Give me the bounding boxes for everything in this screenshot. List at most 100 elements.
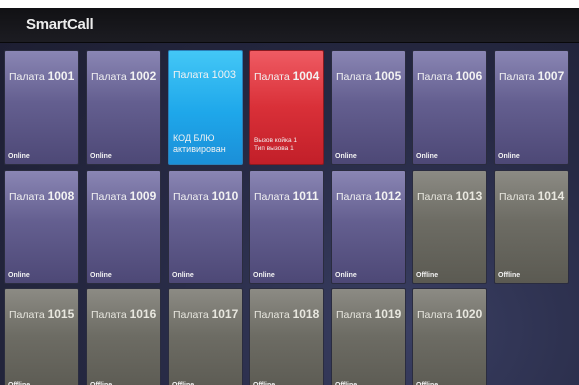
- room-tile-1009[interactable]: Палата 1009 Online: [86, 170, 161, 284]
- room-label: Палата: [173, 309, 209, 321]
- room-label: Палата: [9, 191, 45, 203]
- room-status: Online: [90, 272, 112, 279]
- room-name: Палата 1005: [336, 69, 401, 83]
- room-status: Online: [253, 272, 275, 279]
- room-status: Online: [90, 153, 112, 160]
- room-tile-1015[interactable]: Палата 1015Offline: [4, 288, 79, 385]
- room-name: Палата 1008: [9, 189, 74, 203]
- room-name: Палата 1017: [173, 307, 238, 321]
- room-tile-1005[interactable]: Палата 1005 Online: [331, 50, 406, 165]
- room-number: 1019: [374, 307, 402, 321]
- room-name: Палата 1003: [173, 69, 236, 81]
- room-status: Online: [498, 153, 520, 160]
- room-tile-1006[interactable]: Палата 1006 Online: [412, 50, 487, 165]
- room-tile-1019[interactable]: Палата 1019Offline: [331, 288, 406, 385]
- room-label: Палата: [91, 71, 127, 83]
- room-label: Палата: [9, 71, 45, 83]
- room-tile-1017[interactable]: Палата 1017Offline: [168, 288, 243, 385]
- room-label: Палата: [254, 309, 290, 321]
- room-label: Палата: [417, 191, 453, 203]
- room-number: 1016: [129, 307, 157, 321]
- room-number: 1010: [211, 189, 239, 203]
- room-message-line-2: Тип вызова 1: [254, 145, 294, 152]
- room-name: Палата 1019: [336, 307, 401, 321]
- room-label: Палата: [173, 69, 209, 81]
- room-label: Палата: [254, 71, 290, 83]
- room-tile-1018[interactable]: Палата 1018Offline: [249, 288, 324, 385]
- room-tile-1020[interactable]: Палата 1020Offline: [412, 288, 487, 385]
- room-number: 1006: [455, 69, 483, 83]
- room-tile-1014[interactable]: Палата 1014 Offline: [494, 170, 569, 284]
- room-status: Online: [335, 153, 357, 160]
- smartcall-logo: SmartCall: [26, 16, 94, 33]
- room-number: 1002: [129, 69, 157, 83]
- room-number: 1007: [537, 69, 565, 83]
- room-tile-1011[interactable]: Палата 1011 Online: [249, 170, 324, 284]
- room-number: 1014: [537, 189, 565, 203]
- room-grid: Палата 1001 Online Палата 1002 Online Палата…: [0, 48, 579, 385]
- room-tile-1012[interactable]: Палата 1012 Online: [331, 170, 406, 284]
- room-tile-1001[interactable]: Палата 1001 Online: [4, 50, 79, 165]
- room-name: Палата 1011: [254, 189, 319, 203]
- room-number: 1015: [47, 307, 75, 321]
- room-name: Палата 1018: [254, 307, 319, 321]
- room-name: Палата 1004: [254, 69, 319, 83]
- room-label: Палата: [336, 191, 372, 203]
- room-status: Online: [172, 272, 194, 279]
- room-label: Палата: [91, 309, 127, 321]
- room-name: Палата 1013: [417, 189, 482, 203]
- top-bar: SmartCall: [0, 8, 579, 43]
- room-tile-1016[interactable]: Палата 1016Offline: [86, 288, 161, 385]
- room-label: Палата: [336, 309, 372, 321]
- room-status: Online: [416, 153, 438, 160]
- room-label: Палата: [499, 191, 535, 203]
- room-name: Палата 1007: [499, 69, 564, 83]
- room-name: Палата 1009: [91, 189, 156, 203]
- room-number: 1008: [47, 189, 75, 203]
- room-status: Online: [335, 272, 357, 279]
- room-name: Палата 1020: [417, 307, 482, 321]
- room-label: Палата: [499, 71, 535, 83]
- room-number: 1013: [455, 189, 483, 203]
- room-number: 1020: [455, 307, 483, 321]
- room-status: Online: [8, 272, 30, 279]
- room-name: Палата 1010: [173, 189, 238, 203]
- room-label: Палата: [417, 309, 453, 321]
- room-number: 1011: [292, 189, 319, 203]
- smartcall-screen: SmartCall Палата 1001 Online Палата 1002 On…: [0, 8, 579, 385]
- room-tile-1010[interactable]: Палата 1010 Online: [168, 170, 243, 284]
- room-name: Палата 1014: [499, 189, 564, 203]
- room-tile-1007[interactable]: Палата 1007 Online: [494, 50, 569, 165]
- room-status: Online: [8, 153, 30, 160]
- room-label: Палата: [417, 71, 453, 83]
- room-number: 1004: [292, 69, 320, 83]
- room-number: 1009: [129, 189, 157, 203]
- room-number: 1005: [374, 69, 402, 83]
- room-status: Offline: [416, 272, 439, 279]
- room-tile-1013[interactable]: Палата 1013 Offline: [412, 170, 487, 284]
- room-message-line-2: активирован: [173, 144, 226, 154]
- room-tile-1003[interactable]: Палата 1003 КОД БЛЮ активирован: [168, 50, 243, 165]
- room-name: Палата 1002: [91, 69, 156, 83]
- room-label: Палата: [9, 309, 45, 321]
- room-message-line-1: КОД БЛЮ: [173, 133, 215, 143]
- room-tile-1008[interactable]: Палата 1008 Online: [4, 170, 79, 284]
- room-label: Палата: [336, 71, 372, 83]
- room-number: 1017: [211, 307, 239, 321]
- room-label: Палата: [173, 191, 209, 203]
- room-label: Палата: [91, 191, 127, 203]
- room-status: Offline: [498, 272, 521, 279]
- room-name: Палата 1006: [417, 69, 482, 83]
- room-name: Палата 1001: [9, 69, 74, 83]
- room-message-line-1: Вызов койка 1: [254, 137, 297, 144]
- room-name: Палата 1015: [9, 307, 74, 321]
- room-tile-1002[interactable]: Палата 1002 Online: [86, 50, 161, 165]
- room-number: 1003: [211, 69, 237, 81]
- room-name: Палата 1016: [91, 307, 156, 321]
- room-number: 1018: [292, 307, 320, 321]
- room-name: Палата 1012: [336, 189, 401, 203]
- room-label: Палата: [254, 191, 290, 203]
- room-number: 1012: [374, 189, 402, 203]
- room-tile-1004[interactable]: Палата 1004 Вызов койка 1 Тип вызова 1: [249, 50, 324, 165]
- room-number: 1001: [47, 69, 75, 83]
